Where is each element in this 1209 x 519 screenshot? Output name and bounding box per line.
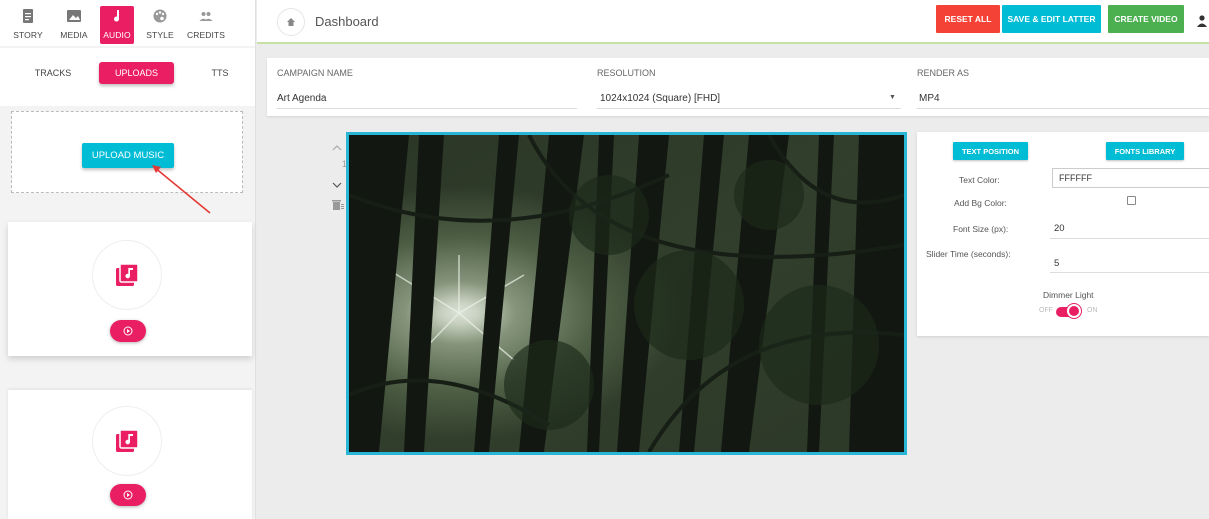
resolution-select[interactable]: 1024x1024 (Square) [FHD] xyxy=(600,93,720,104)
nav-item-label: AUDIO xyxy=(103,30,131,40)
slide-controls xyxy=(332,145,344,210)
text-color-label: Text Color: xyxy=(959,175,1000,185)
bg-color-label: Add Bg Color: xyxy=(954,198,1007,208)
dimmer-off-label: OFF xyxy=(1039,307,1053,314)
nav-item-label: MEDIA xyxy=(60,30,88,40)
tab-tracks[interactable]: TRACKS xyxy=(26,62,80,84)
nav-item-label: STORY xyxy=(13,30,43,40)
nav-item-media[interactable]: MEDIA xyxy=(54,6,94,44)
play-button[interactable] xyxy=(110,320,146,342)
dimmer-on-label: ON xyxy=(1087,307,1098,314)
fonts-library-button[interactable]: FONTS LIBRARY xyxy=(1106,142,1184,160)
font-size-label: Font Size (px): xyxy=(953,224,1009,234)
campaign-name-label: CAMPAIGN NAME xyxy=(277,68,353,78)
play-circle-icon xyxy=(123,490,133,500)
font-size-input[interactable]: 20 xyxy=(1054,223,1065,234)
save-edit-later-button[interactable]: SAVE & EDIT LATTER xyxy=(1002,5,1101,33)
document-icon xyxy=(23,9,33,23)
music-library-icon xyxy=(116,429,139,452)
tab-uploads[interactable]: UPLOADS xyxy=(99,62,174,84)
play-circle-icon xyxy=(123,326,133,336)
sidebar: STORY MEDIA AUDIO STYLE CREDITS TRACKS U… xyxy=(0,0,256,519)
create-video-button[interactable]: CREATE VIDEO xyxy=(1108,5,1184,33)
reset-all-button[interactable]: RESET ALL xyxy=(936,5,1000,33)
track-thumbnail xyxy=(92,406,162,476)
render-as-select[interactable]: MP4 xyxy=(919,93,940,104)
top-header: Dashboard RESET ALL SAVE & EDIT LATTER C… xyxy=(257,0,1209,44)
sidebar-top-nav: STORY MEDIA AUDIO STYLE CREDITS xyxy=(0,0,255,46)
nav-item-label: CREDITS xyxy=(186,30,225,40)
annotation-arrow-icon xyxy=(152,165,211,214)
delete-icon xyxy=(332,200,344,210)
music-note-icon xyxy=(114,10,120,22)
bg-color-checkbox[interactable] xyxy=(1127,196,1136,205)
chevron-down-icon xyxy=(332,182,342,188)
track-card xyxy=(8,222,252,356)
play-button[interactable] xyxy=(110,484,146,506)
text-color-input[interactable]: FFFFFF xyxy=(1052,168,1209,188)
slider-time-underline xyxy=(1050,272,1209,273)
page-title: Dashboard xyxy=(315,14,379,29)
text-position-button[interactable]: TEXT POSITION xyxy=(953,142,1028,160)
dimmer-light-label: Dimmer Light xyxy=(1043,290,1094,300)
palette-icon xyxy=(153,9,167,23)
nav-item-story[interactable]: STORY xyxy=(8,6,48,44)
campaign-settings: CAMPAIGN NAME Art Agenda RESOLUTION 1024… xyxy=(267,58,1209,116)
nav-item-style[interactable]: STYLE xyxy=(140,6,180,44)
render-as-label: RENDER AS xyxy=(917,68,970,78)
track-card xyxy=(8,390,252,519)
font-size-underline xyxy=(1050,238,1209,239)
home-button[interactable] xyxy=(277,8,305,36)
resolution-underline xyxy=(597,108,901,109)
campaign-name-input[interactable]: Art Agenda xyxy=(277,93,326,104)
chevron-up-icon xyxy=(332,145,342,151)
resolution-label: RESOLUTION xyxy=(597,68,656,78)
user-icon[interactable] xyxy=(1195,14,1209,28)
render-as-underline xyxy=(917,108,1209,109)
video-preview[interactable] xyxy=(346,132,907,455)
nav-item-credits[interactable]: CREDITS xyxy=(186,6,226,44)
dimmer-toggle-knob[interactable] xyxy=(1067,304,1081,318)
tab-tts[interactable]: TTS xyxy=(200,62,240,84)
nav-item-audio[interactable]: AUDIO xyxy=(100,6,134,44)
music-library-icon xyxy=(116,263,139,286)
slider-time-label: Slider Time (seconds): xyxy=(926,249,1011,259)
home-icon xyxy=(287,18,295,26)
forest-image xyxy=(349,135,904,452)
text-settings-panel: TEXT POSITION FONTS LIBRARY Text Color: … xyxy=(917,132,1209,336)
track-thumbnail xyxy=(92,240,162,310)
slider-time-input[interactable]: 5 xyxy=(1054,258,1059,269)
people-icon xyxy=(199,12,213,21)
audio-subtabs: TRACKS UPLOADS TTS xyxy=(0,48,255,106)
dropdown-arrow-icon[interactable]: ▼ xyxy=(889,94,896,101)
nav-item-label: STYLE xyxy=(146,30,174,40)
image-icon xyxy=(67,10,81,22)
campaign-name-underline xyxy=(277,108,577,109)
